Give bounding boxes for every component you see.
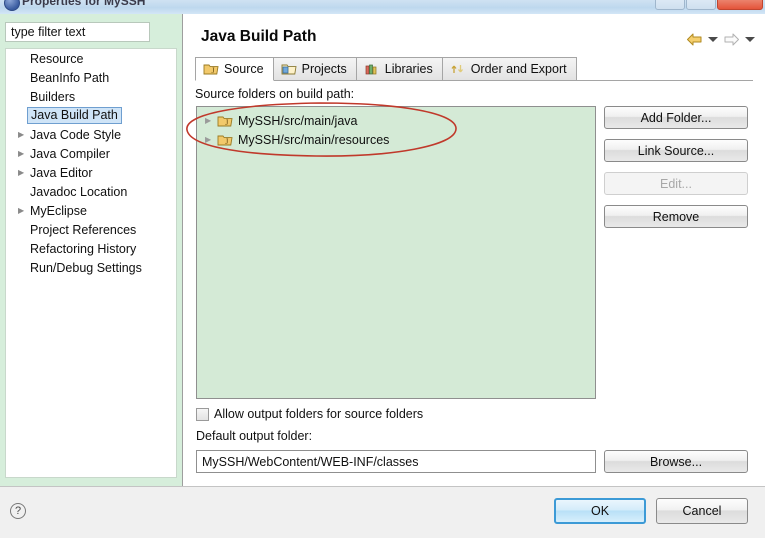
svg-text:J: J [225, 118, 228, 127]
tab-libraries[interactable]: Libraries [355, 57, 443, 80]
properties-dialog: Properties for MySSH ▶Resource▶BeanInfo … [0, 0, 765, 538]
tab-order-export-label: Order and Export [470, 62, 567, 76]
expand-chevron-right-icon[interactable]: ▶ [18, 130, 29, 139]
svg-text:J: J [212, 66, 215, 75]
expand-chevron-right-icon[interactable]: ▶ [205, 135, 217, 144]
tab-libraries-label: Libraries [384, 62, 433, 76]
help-question-icon[interactable]: ? [10, 503, 26, 519]
sidebar-item-java-editor[interactable]: ▶ Java Editor [6, 163, 176, 182]
edit-button: Edit... [604, 172, 748, 195]
remove-button[interactable]: Remove [604, 205, 748, 228]
allow-output-folders-row[interactable]: Allow output folders for source folders [196, 407, 423, 421]
tab-source[interactable]: J Source [195, 57, 274, 81]
tree-indent-spacer: ▶ [18, 245, 29, 253]
minimize-button[interactable] [655, 0, 685, 10]
sidebar-item-project-references[interactable]: ▶Project References [6, 220, 176, 239]
source-folders-list[interactable]: ▶ J MySSH/src/main/java ▶ J MySSH/src/main/re… [196, 106, 596, 399]
source-folder-row[interactable]: ▶ J MySSH/src/main/java [197, 111, 595, 130]
source-folder-row[interactable]: ▶ J MySSH/src/main/resources [197, 130, 595, 149]
forward-history-chevron-down-icon[interactable] [745, 37, 755, 42]
libraries-books-icon [364, 62, 380, 76]
sidebar-item-resource[interactable]: ▶Resource [6, 49, 176, 68]
add-folder-button[interactable]: Add Folder... [604, 106, 748, 129]
tab-source-label: Source [224, 62, 264, 76]
java-source-folder-icon: J [217, 114, 233, 128]
projects-folder-icon [281, 62, 297, 76]
tree-indent-spacer: ▶ [18, 93, 29, 101]
sidebar-item-run-debug-settings[interactable]: ▶Run/Debug Settings [6, 258, 176, 277]
footer-buttons: OK Cancel [554, 498, 748, 524]
sidebar-item-refactoring-history[interactable]: ▶Refactoring History [6, 239, 176, 258]
expand-chevron-right-icon[interactable]: ▶ [18, 168, 29, 177]
tree-indent-spacer: ▶ [18, 264, 29, 272]
allow-output-folders-checkbox[interactable] [196, 407, 209, 421]
default-output-folder-label: Default output folder: [196, 429, 313, 443]
sidebar-item-java-build-path[interactable]: ▶Java Build Path [6, 106, 176, 125]
back-history-chevron-down-icon[interactable] [708, 37, 718, 42]
window-titlebar: Properties for MySSH [0, 0, 765, 14]
tab-order-and-export[interactable]: Order and Export [441, 57, 577, 80]
sidebar-item-javadoc-location[interactable]: ▶Javadoc Location [6, 182, 176, 201]
sidebar-item-label: MyEclipse [30, 203, 87, 218]
sidebar-item-java-code-style[interactable]: ▶ Java Code Style [6, 125, 176, 144]
svg-text:J: J [225, 137, 228, 146]
sidebar-item-java-compiler[interactable]: ▶ Java Compiler [6, 144, 176, 163]
tree-indent-spacer: ▶ [18, 55, 29, 63]
source-folder-icon: J [203, 62, 219, 76]
sidebar-item-label: Resource [30, 51, 84, 66]
tree-indent-spacer: ▶ [18, 188, 29, 196]
tree-indent-spacer: ▶ [18, 74, 29, 82]
java-source-folder-icon: J [217, 133, 233, 147]
navigation-controls [686, 32, 757, 47]
allow-output-folders-label: Allow output folders for source folders [214, 407, 424, 421]
window-title: Properties for MySSH [22, 0, 146, 8]
settings-tree[interactable]: ▶Resource▶BeanInfo Path▶Builders▶Java Bu… [5, 48, 177, 478]
expand-chevron-right-icon[interactable]: ▶ [18, 206, 29, 215]
sidebar-item-myeclipse[interactable]: ▶ MyEclipse [6, 201, 176, 220]
order-export-arrows-icon [450, 62, 466, 76]
browse-button[interactable]: Browse... [604, 450, 748, 473]
cancel-button[interactable]: Cancel [656, 498, 748, 524]
tab-projects-label: Projects [301, 62, 347, 76]
sidebar-item-label: Java Editor [30, 165, 93, 180]
default-output-folder-input[interactable] [196, 450, 596, 473]
sidebar-item-label: Java Compiler [30, 146, 110, 161]
sidebar-item-builders[interactable]: ▶Builders [6, 87, 176, 106]
filter-input[interactable] [5, 22, 150, 42]
source-folder-label: MySSH/src/main/resources [238, 132, 390, 147]
source-folder-label: MySSH/src/main/java [238, 113, 358, 128]
sidebar-item-label: Refactoring History [30, 241, 137, 256]
build-path-tabs: J Source Projects Libraries Order and Ex… [195, 57, 753, 81]
page-title: Java Build Path [201, 28, 317, 45]
source-folders-label: Source folders on build path: [195, 87, 355, 101]
ok-button[interactable]: OK [554, 498, 646, 524]
content-pane: Java Build Path J Source Projects Librar… [182, 14, 765, 486]
expand-chevron-right-icon[interactable]: ▶ [18, 149, 29, 158]
link-source-button[interactable]: Link Source... [604, 139, 748, 162]
sidebar-item-label: Builders [30, 89, 76, 104]
sidebar-item-label: Java Code Style [30, 127, 122, 142]
source-action-buttons: Add Folder... Link Source... Edit... Rem… [604, 106, 748, 228]
tab-projects[interactable]: Projects [272, 57, 357, 80]
sidebar-item-beaninfo-path[interactable]: ▶BeanInfo Path [6, 68, 176, 87]
expand-chevron-right-icon[interactable]: ▶ [205, 116, 217, 125]
maximize-button[interactable] [686, 0, 716, 10]
sidebar-item-label: Java Build Path [27, 107, 122, 124]
sidebar-item-label: Javadoc Location [30, 184, 128, 199]
window-controls [654, 0, 763, 10]
back-arrow-icon[interactable] [686, 32, 703, 47]
sidebar-item-label: Run/Debug Settings [30, 260, 142, 275]
sidebar-item-label: BeanInfo Path [30, 70, 110, 85]
tree-indent-spacer: ▶ [18, 226, 29, 234]
close-button[interactable] [717, 0, 763, 10]
settings-sidebar: ▶Resource▶BeanInfo Path▶Builders▶Java Bu… [0, 14, 182, 486]
properties-icon [4, 0, 20, 11]
sidebar-item-label: Project References [30, 222, 137, 237]
dialog-footer: ? OK Cancel [0, 486, 765, 538]
forward-arrow-icon [723, 32, 740, 47]
